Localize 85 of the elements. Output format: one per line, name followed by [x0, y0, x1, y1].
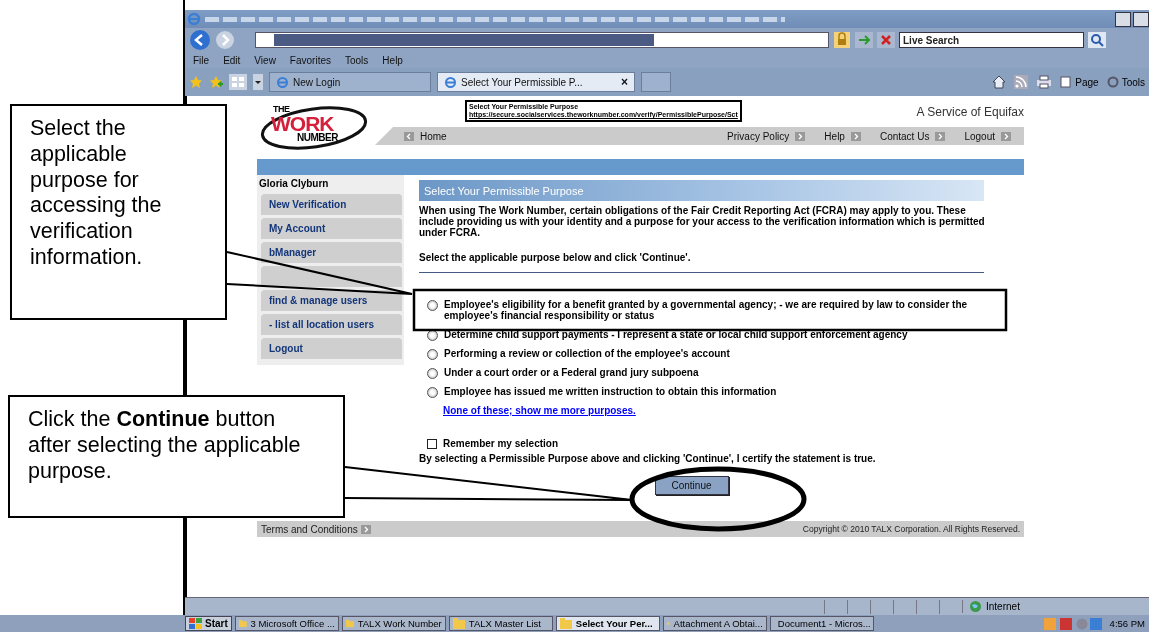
instruction-text: Select the applicable purpose below and click 'Continue'. — [419, 251, 692, 263]
menu-item[interactable]: Tools — [345, 54, 369, 66]
checkbox[interactable] — [427, 438, 437, 449]
back-icon[interactable] — [189, 29, 211, 51]
sidebar-item[interactable]: My Account — [261, 218, 402, 239]
menu-item[interactable]: View — [254, 54, 276, 66]
restore-button[interactable] — [1133, 11, 1149, 27]
radio-button[interactable] — [427, 348, 438, 360]
folder-icon — [452, 618, 465, 629]
browser-tab[interactable]: New Login — [269, 72, 431, 92]
arrow-right-icon — [360, 524, 371, 534]
menu-item[interactable]: Help — [382, 54, 403, 66]
folder-icon — [345, 618, 354, 629]
checkbox-label: Remember my selection — [443, 437, 559, 450]
taskbar-item[interactable]: Attachment A Obtai... — [662, 616, 767, 631]
menu-item[interactable]: Edit — [223, 54, 241, 66]
radio-button[interactable] — [427, 386, 438, 398]
radio-button[interactable] — [427, 299, 438, 311]
page-icon — [1060, 76, 1073, 88]
folder-icon — [559, 618, 572, 629]
browser-tab[interactable]: Select Your Permissible P... × — [437, 72, 635, 92]
clock: 4:56 PM — [1109, 618, 1145, 629]
taskbar-item[interactable]: Select Your Per... — [555, 616, 660, 631]
feed-icon[interactable] — [1014, 75, 1029, 89]
option-label: Performing a review or collection of the employee's account — [444, 347, 730, 360]
taskbar-item[interactable]: Document1 - Micros... — [769, 616, 874, 631]
intro-text: When using The Work Number, certain obligations of the Fair Credit Reporting Act (FCRA) may apply to you. These include providing us with your identity and a purpose for your access to the verification information which is permitted under FCRA. — [419, 205, 986, 239]
nav-link[interactable]: Contact Us — [879, 130, 949, 142]
sidebar-item[interactable]: Logout — [261, 338, 402, 359]
option-label: Employee has issued me written instruction to obtain this information — [444, 385, 777, 398]
stop-icon[interactable] — [877, 32, 895, 48]
home-icon[interactable] — [992, 75, 1007, 89]
nav-link[interactable]: Help — [824, 130, 864, 142]
sidebar-item[interactable]: - list all location users — [261, 314, 402, 335]
security-zone: Internet — [962, 600, 1039, 613]
print-icon[interactable] — [1036, 75, 1053, 89]
browser-icon — [276, 75, 289, 89]
callout: Click the Continue button after selecting the applicable purpose. — [8, 395, 345, 518]
minimize-button[interactable] — [1115, 11, 1131, 27]
option-label: Under a court order or a Federal grand jury subpoena — [444, 366, 699, 379]
dropdown-icon[interactable] — [253, 74, 263, 90]
radio-button[interactable] — [427, 329, 438, 341]
globe-icon — [969, 600, 982, 613]
menu-item[interactable]: File — [193, 54, 210, 66]
star-icon[interactable] — [189, 75, 203, 89]
address-field[interactable] — [255, 32, 829, 48]
arrow-right-icon — [850, 131, 861, 141]
nav-link[interactable]: Logout — [964, 130, 1014, 142]
user-name: Gloria Clyburn — [258, 177, 330, 191]
start-button[interactable]: Start — [185, 616, 232, 631]
search-icon[interactable] — [1088, 32, 1106, 48]
lock-icon — [833, 32, 851, 48]
arrow-right-icon — [1001, 131, 1011, 141]
gear-icon — [1106, 76, 1119, 88]
nav-link[interactable]: Home — [401, 130, 447, 142]
arrow-left-icon — [404, 131, 414, 141]
tray-icons-drawing — [1043, 616, 1104, 631]
taskbar-item[interactable]: 3 Microsoft Office ... — [234, 616, 339, 631]
taskbar-item[interactable]: TALX Master List — [448, 616, 553, 631]
certify-text: By selecting a Permissible Purpose above and clicking 'Continue', I certify the statement is true. — [419, 453, 877, 465]
taskbar-item[interactable]: TALX Work Number — [341, 616, 446, 631]
terms-link[interactable]: Terms and Conditions — [261, 523, 374, 535]
more-purposes-link[interactable]: None of these; show me more purposes. — [443, 404, 984, 416]
menu-item[interactable]: Favorites — [289, 54, 331, 66]
command-menu[interactable]: Page — [1060, 76, 1099, 88]
arrow-right-icon — [795, 131, 806, 141]
service-tagline: A Service of Equifax — [916, 105, 1024, 119]
section-title: Select Your Permissible Purpose — [419, 180, 984, 201]
search-field[interactable]: Live Search — [899, 32, 1084, 48]
sidebar-item[interactable]: find & manage users — [261, 290, 402, 311]
command-menu[interactable]: Tools — [1106, 76, 1145, 88]
continue-button[interactable]: Continue — [654, 476, 729, 496]
windows-logo-icon — [189, 617, 202, 630]
folder-icon — [238, 618, 247, 629]
callout: Select the applicable purpose for accessing the verification information. — [10, 104, 227, 320]
browser-icon — [187, 12, 201, 26]
arrow-right-icon — [935, 131, 946, 141]
copyright-text: Copyright © 2010 TALX Corporation. All Rights Reserved. — [802, 524, 1020, 535]
browser-icon — [444, 75, 457, 89]
option-label: Employee's eligibility for a benefit granted by a governmental agency; - we are required by law to consider the employee's financial responsibility or status — [444, 298, 969, 322]
sidebar-item[interactable]: bManager — [261, 242, 402, 263]
radio-button[interactable] — [427, 367, 438, 379]
nav-link[interactable]: Privacy Policy — [727, 130, 809, 142]
sidebar-item[interactable]: New Verification — [261, 194, 402, 215]
sidebar-item[interactable] — [261, 266, 402, 287]
